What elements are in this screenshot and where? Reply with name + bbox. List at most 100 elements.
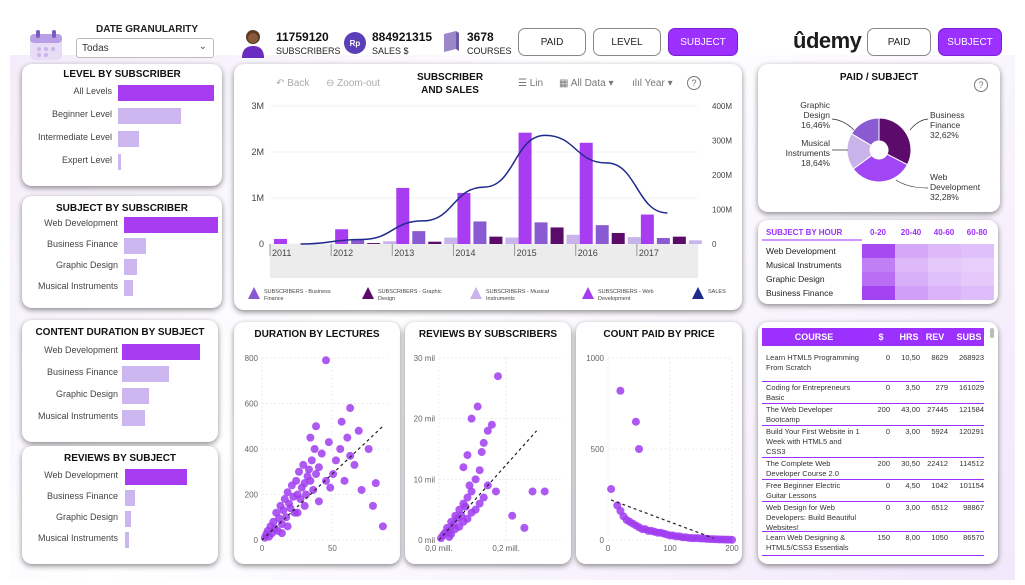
- bar[interactable]: [125, 469, 187, 485]
- count-paid-by-price-chart: 0 500 1000 0 100 200: [586, 354, 739, 553]
- x-tick-label: 2017: [639, 248, 659, 258]
- bar-label: Graphic Design: [55, 512, 118, 522]
- nav-paid-button[interactable]: PAID: [518, 28, 586, 56]
- data-point: [475, 466, 484, 475]
- course-name-cell: Build Your First Website in 1 Week with …: [766, 427, 860, 456]
- bar: [518, 132, 532, 244]
- heatmap-cell: [862, 286, 895, 300]
- heatmap-cell: [895, 286, 928, 300]
- data-point: [302, 490, 311, 499]
- table-row[interactable]: Build Your First Website in 1 Week with …: [762, 426, 984, 458]
- table-row[interactable]: Web Design for Web Developers: Build Bea…: [762, 502, 984, 532]
- duration-by-lectures-card: DURATION BY LECTURES 0 200 400 600 800 0 50: [234, 322, 400, 564]
- filter-subject-button[interactable]: SUBJECT: [938, 28, 1002, 56]
- bar[interactable]: [124, 238, 146, 254]
- bar[interactable]: [122, 388, 149, 404]
- pie-label: 18,64%: [801, 158, 830, 168]
- bar: [457, 192, 471, 244]
- subscribers-kpi-label: SUBSCRIBERS: [276, 46, 341, 56]
- nav-level-button[interactable]: LEVEL: [593, 28, 661, 56]
- table-cell: 5924: [931, 427, 948, 436]
- heatmap-row-label: Web Development: [766, 246, 836, 256]
- bar: [550, 227, 564, 244]
- bar[interactable]: [125, 490, 135, 506]
- bar: [396, 187, 410, 244]
- bar-label: Expert Level: [61, 155, 112, 165]
- table-header: COURSE $ HRS REV SUBS: [762, 328, 984, 346]
- bar[interactable]: [122, 410, 146, 426]
- chevron-down-icon: ⌄: [198, 41, 207, 52]
- x-tick-label: 0,2 mill.: [492, 544, 520, 553]
- bar[interactable]: [124, 280, 134, 296]
- table-cell: 279: [935, 383, 948, 392]
- filter-paid-button[interactable]: PAID: [867, 28, 931, 56]
- table-cell: 0: [885, 481, 890, 490]
- data-point: [331, 456, 340, 465]
- bar-label: Business Finance: [46, 367, 118, 377]
- y-tick-label: 1M: [251, 193, 264, 203]
- data-point: [317, 449, 326, 458]
- legend-marker: [582, 287, 594, 299]
- table-cell: 121584: [958, 405, 984, 414]
- subject-by-hour-card: SUBJECT BY HOUR 0-20 20-40 40-60 60-80 Web De…: [758, 220, 998, 304]
- data-point: [292, 476, 301, 485]
- column-header[interactable]: $: [872, 332, 890, 342]
- bar[interactable]: [118, 85, 214, 101]
- bar[interactable]: [124, 259, 138, 275]
- scrollbar[interactable]: [990, 328, 994, 338]
- bar[interactable]: [118, 154, 121, 170]
- table-row[interactable]: Learn HTML5 Programming From Scratch 0 10,…: [762, 352, 984, 382]
- bar[interactable]: [125, 532, 130, 548]
- bar[interactable]: [122, 344, 200, 360]
- bar[interactable]: [124, 217, 218, 233]
- data-point: [728, 535, 736, 544]
- bar[interactable]: [125, 511, 131, 527]
- data-point: [493, 372, 502, 381]
- column-header[interactable]: HRS: [898, 332, 920, 342]
- heatmap-row-label: Graphic Design: [766, 274, 825, 284]
- date-granularity-select[interactable]: Todas ⌄: [76, 38, 214, 58]
- calendar-icon: [28, 28, 64, 62]
- pie-label: Finance: [930, 120, 961, 130]
- data-point: [279, 506, 288, 515]
- table-row[interactable]: Coding for Entrepreneurs Basic 0 3,50 279 16…: [762, 382, 984, 404]
- data-point: [607, 485, 616, 494]
- data-point: [540, 487, 549, 496]
- data-point: [473, 402, 482, 411]
- table-cell: 10,50: [901, 353, 920, 362]
- table-row[interactable]: The Complete Web Developer Course 2.0 200…: [762, 458, 984, 480]
- subscriber-sales-chart: 0 1M 2M 3M 0 100M 200M 300M 400M 2011 2012 2013 2014…: [248, 101, 732, 302]
- table-row[interactable]: Learn Web Designing & HTML5/CSS3 Essenti…: [762, 532, 984, 556]
- duration-by-lectures-chart: 0 200 400 600 800 0 50: [245, 354, 390, 553]
- bar-label: Musical Instruments: [37, 411, 118, 421]
- date-granularity-title: DATE GRANULARITY: [96, 24, 199, 35]
- data-point: [326, 483, 335, 492]
- table-row[interactable]: The Web Developer Bootcamp 200 43,00 27445 1…: [762, 404, 984, 426]
- heatmap-cell: [895, 244, 928, 258]
- y-tick-label: 2M: [251, 147, 264, 157]
- table-cell: 98867: [963, 503, 984, 512]
- count-paid-by-price-card: COUNT PAID BY PRICE 0 500 1000 0 100 200: [576, 322, 742, 564]
- legend-marker: [248, 287, 260, 299]
- y-tick-label: 10 mil: [414, 475, 436, 484]
- y-right-tick-label: 400M: [712, 102, 732, 111]
- table-cell: 8629: [931, 353, 948, 362]
- nav-subject-button[interactable]: SUBJECT: [668, 28, 738, 56]
- course-name-cell: Coding for Entrepreneurs Basic: [766, 383, 851, 402]
- data-point: [463, 451, 472, 460]
- column-header[interactable]: REV: [922, 332, 948, 342]
- column-header[interactable]: SUBS: [954, 332, 984, 342]
- bar-label: Graphic Design: [55, 389, 118, 399]
- table-cell: 268923: [958, 353, 984, 362]
- bar[interactable]: [122, 366, 169, 382]
- data-point: [277, 529, 286, 538]
- data-point: [528, 487, 537, 496]
- bar: [351, 239, 365, 244]
- column-header[interactable]: COURSE: [764, 332, 864, 342]
- data-point: [357, 485, 366, 494]
- table-row[interactable]: Free Beginner Electric Guitar Lessons 0 4,…: [762, 480, 984, 502]
- bar[interactable]: [118, 131, 140, 147]
- legend-label: SALES: [708, 289, 726, 295]
- bar[interactable]: [118, 108, 182, 124]
- legend-label: SUBSCRIBERS - Web: [598, 289, 654, 295]
